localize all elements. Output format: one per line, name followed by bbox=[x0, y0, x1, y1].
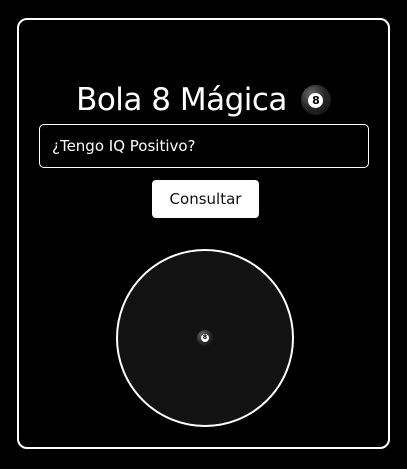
title-row: Bola 8 Mágica 8 bbox=[19, 82, 388, 118]
answer-ball-number: 8 bbox=[201, 334, 209, 342]
answer-ball[interactable]: 8 bbox=[116, 249, 294, 427]
8-ball-icon: 8 bbox=[300, 85, 331, 115]
consult-button[interactable]: Consultar bbox=[152, 180, 259, 218]
8-ball-icon: 8 bbox=[197, 330, 213, 346]
magic-8-ball-card: Bola 8 Mágica 8 Consultar 8 bbox=[17, 18, 390, 449]
question-input[interactable] bbox=[39, 124, 369, 168]
page-title: Bola 8 Mágica bbox=[76, 82, 287, 118]
8-ball-number: 8 bbox=[308, 92, 324, 108]
